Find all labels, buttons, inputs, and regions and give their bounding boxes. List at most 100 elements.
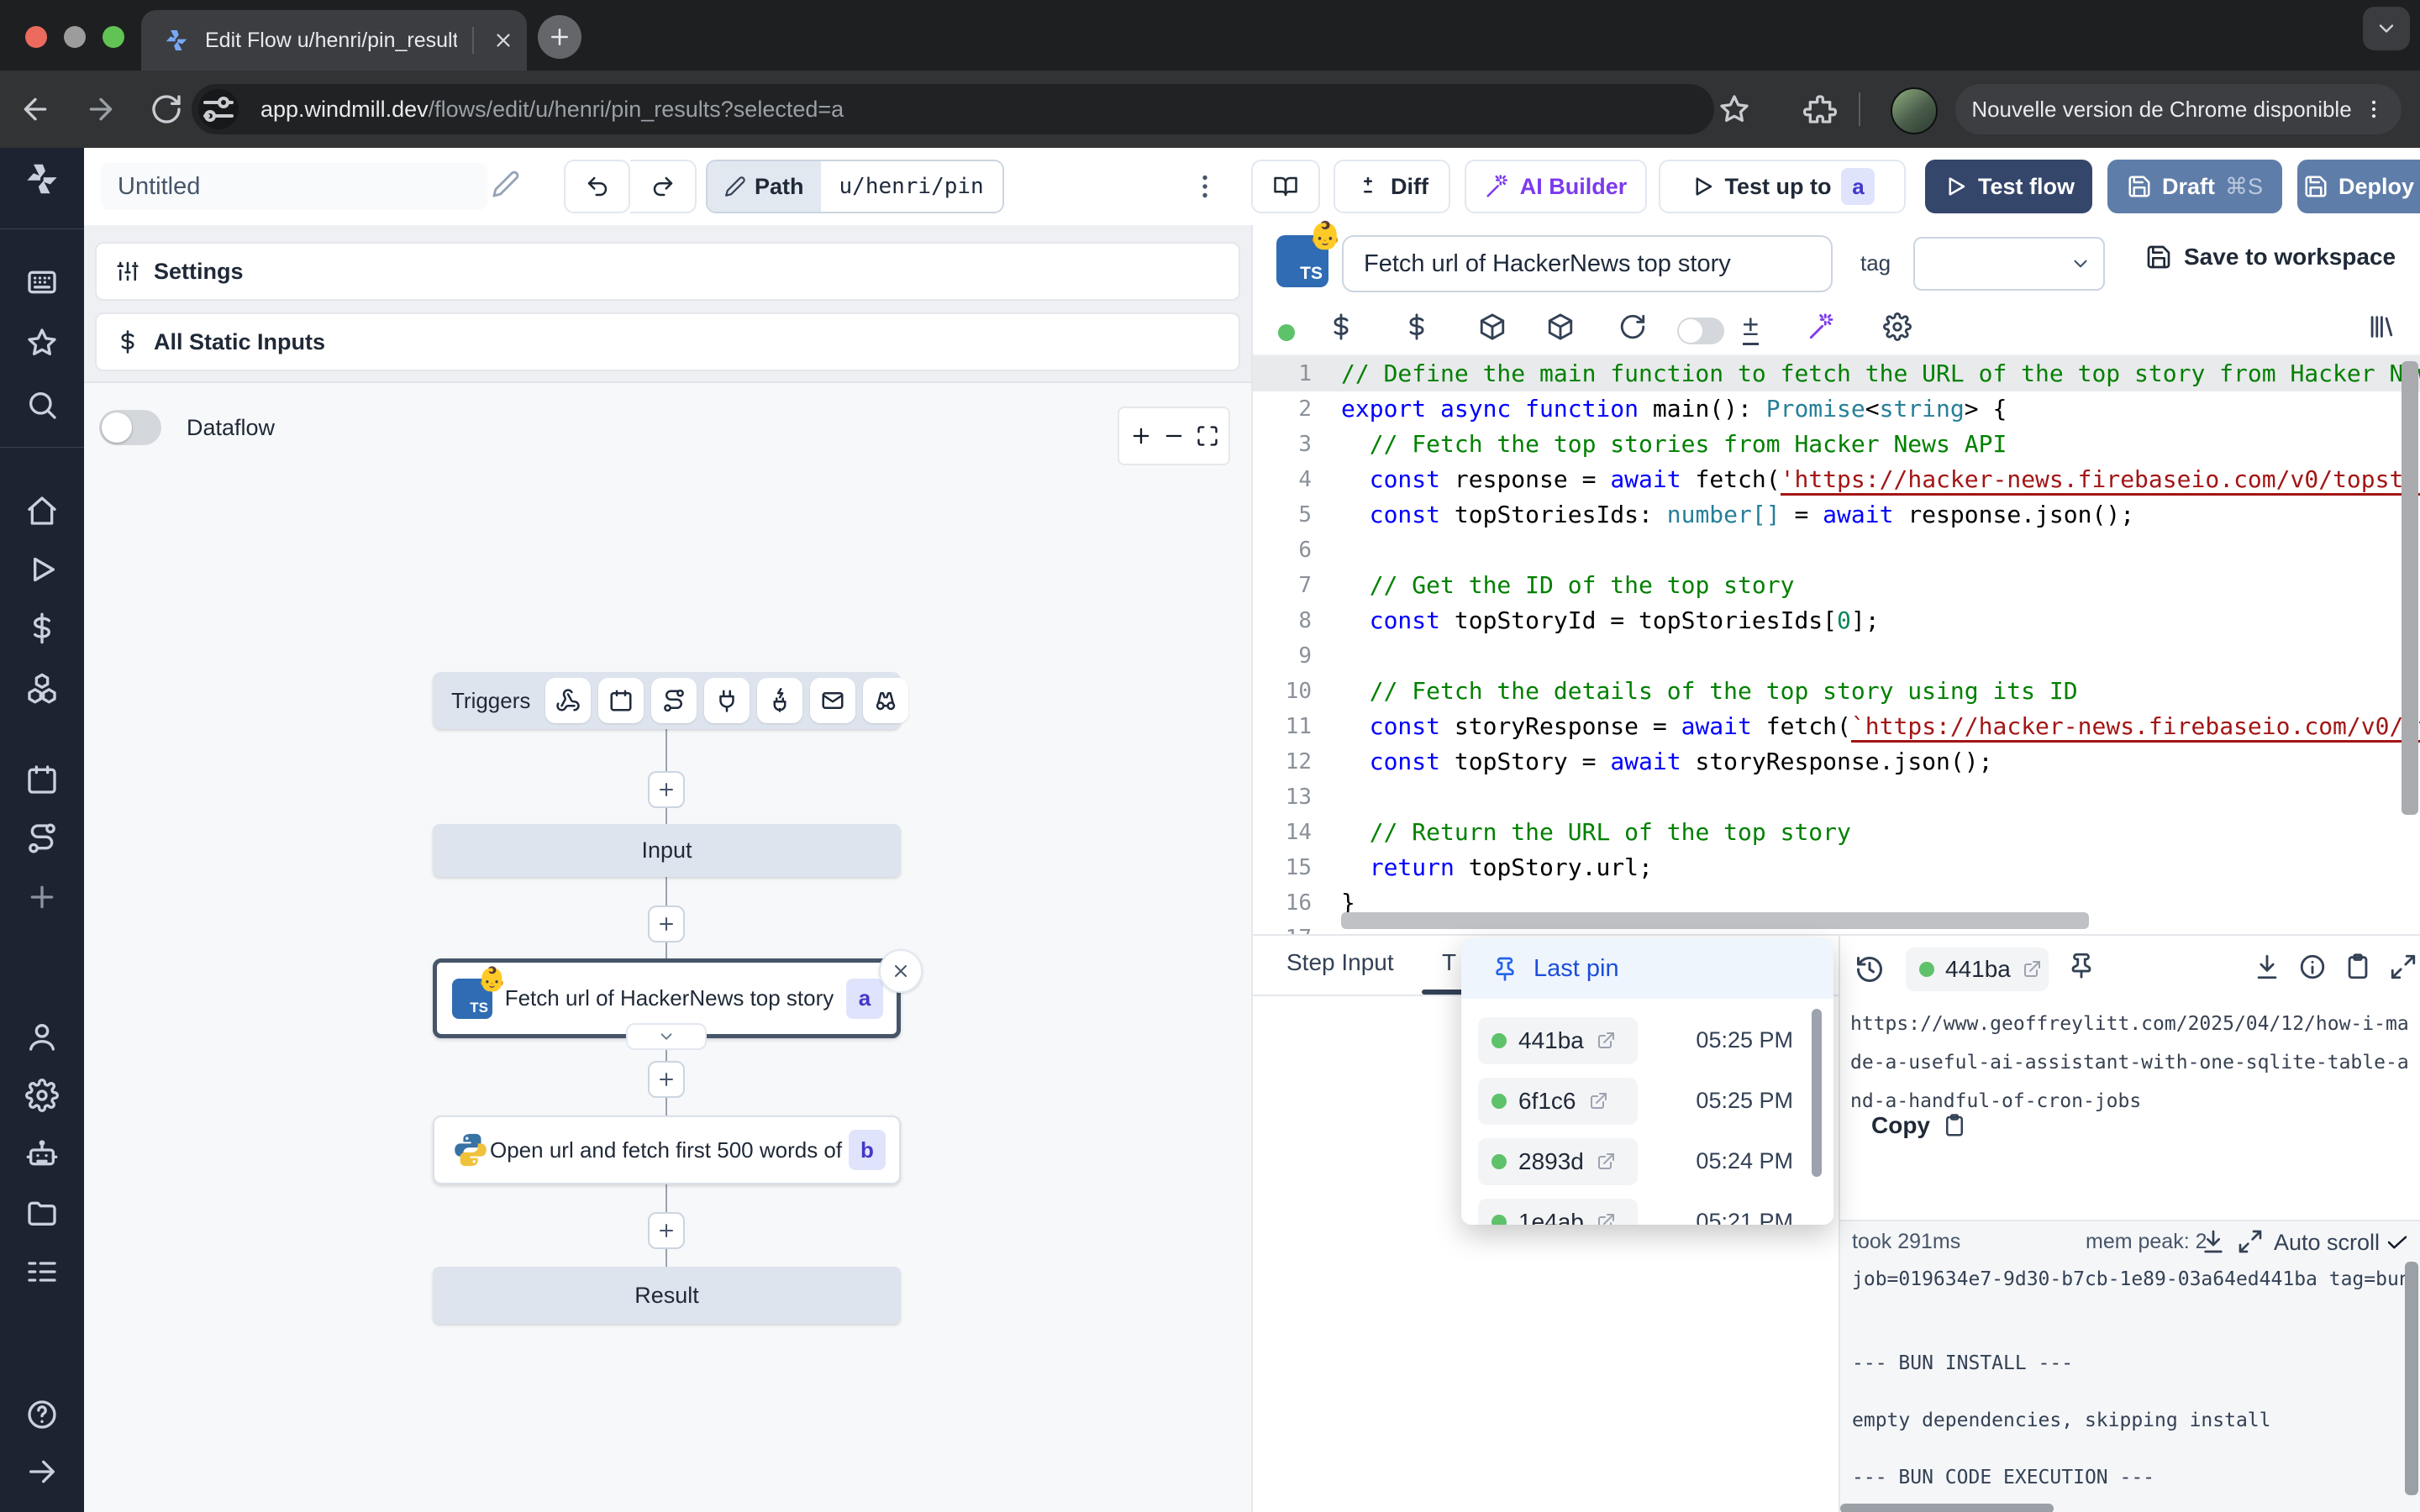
external-link-icon[interactable]: [1588, 1091, 1608, 1111]
external-link-icon[interactable]: [1596, 1152, 1616, 1172]
dropdown-scrollbar[interactable]: [1812, 1009, 1822, 1177]
reload-button[interactable]: [150, 92, 183, 126]
all-static-inputs-row[interactable]: All Static Inputs: [95, 312, 1240, 371]
tab-close-icon[interactable]: [492, 29, 514, 51]
clipboard-icon[interactable]: [2344, 953, 2372, 981]
user-icon[interactable]: [0, 1020, 84, 1053]
edit-name-pencil-icon[interactable]: [492, 170, 520, 198]
pin-history-item[interactable]: 1e4ab05:21 PM: [1478, 1199, 1817, 1225]
download-icon[interactable]: [2200, 1228, 2227, 1255]
window-minimize-button[interactable]: [64, 26, 86, 48]
add-step-button[interactable]: [648, 1061, 685, 1098]
flow-canvas[interactable]: Dataflow Triggers Input TS 👶: [84, 381, 1251, 1512]
remove-step-button[interactable]: [879, 949, 923, 993]
home-icon[interactable]: [0, 494, 84, 528]
step-title-input[interactable]: Fetch url of HackerNews top story: [1342, 235, 1833, 292]
package-icon[interactable]: [1478, 312, 1507, 341]
add-step-button[interactable]: [648, 1212, 685, 1249]
run-id-badge[interactable]: 2893d: [1478, 1138, 1638, 1185]
docs-button[interactable]: [1251, 160, 1320, 213]
back-button[interactable]: [18, 92, 52, 126]
pin-icon[interactable]: [2067, 951, 2096, 979]
webhook-icon[interactable]: [545, 678, 591, 723]
diff-toggle[interactable]: [1677, 318, 1724, 344]
fullscreen-icon[interactable]: [2389, 953, 2417, 981]
browser-menu-kebab-icon[interactable]: [2362, 97, 2386, 121]
path-chip[interactable]: Path u/henri/pin: [706, 160, 1004, 213]
step-b-node[interactable]: Open url and fetch first 500 words of ..…: [433, 1116, 901, 1184]
save-to-workspace-button[interactable]: Save to workspace: [2145, 244, 2396, 270]
chrome-update-button[interactable]: Nouvelle version de Chrome disponible: [1955, 84, 2402, 134]
search-icon[interactable]: [0, 388, 84, 422]
copy-button[interactable]: Copy: [1871, 1112, 1967, 1139]
collapse-step-chevron[interactable]: [626, 1023, 707, 1050]
download-icon[interactable]: [2253, 953, 2281, 981]
browser-tab[interactable]: Edit Flow u/henri/pin_results: [141, 10, 527, 71]
reload-icon[interactable]: [1618, 312, 1647, 341]
plug-zap-icon[interactable]: [757, 678, 802, 723]
dataflow-toggle[interactable]: [99, 410, 161, 445]
watch-icon[interactable]: [863, 678, 908, 723]
profile-avatar[interactable]: [1891, 87, 1938, 134]
collapse-arrow-icon[interactable]: [0, 1455, 84, 1488]
star-icon[interactable]: [0, 326, 84, 360]
help-icon[interactable]: [0, 1398, 84, 1431]
run-id-badge[interactable]: 441ba: [1906, 948, 2049, 991]
new-tab-button[interactable]: [538, 15, 581, 59]
route-icon[interactable]: [651, 678, 697, 723]
pin-history-item[interactable]: 2893d05:24 PM: [1478, 1138, 1817, 1190]
diff-button[interactable]: Diff: [1334, 160, 1450, 213]
tag-select[interactable]: [1913, 237, 2105, 291]
package-add-icon[interactable]: [1546, 312, 1575, 341]
variables-icon[interactable]: [1327, 312, 1355, 341]
workers-icon[interactable]: [0, 1137, 84, 1171]
run-id-badge[interactable]: 441ba: [1478, 1017, 1638, 1064]
tab-search-button[interactable]: [2363, 7, 2410, 50]
run-id-badge[interactable]: 6f1c6: [1478, 1078, 1638, 1125]
result-node[interactable]: Result: [433, 1267, 901, 1324]
draft-button[interactable]: Draft⌘S: [2107, 160, 2282, 213]
editor-vertical-scrollbar[interactable]: [2402, 361, 2418, 815]
external-link-icon[interactable]: [2022, 959, 2042, 979]
address-bar[interactable]: app.windmill.dev/flows/edit/u/henri/pin_…: [192, 84, 1714, 134]
undo-button[interactable]: [564, 160, 630, 213]
external-link-icon[interactable]: [1596, 1212, 1616, 1225]
check-icon[interactable]: [2385, 1230, 2410, 1255]
plus-icon[interactable]: [0, 880, 84, 914]
resources-icon[interactable]: [0, 672, 84, 706]
folders-icon[interactable]: [0, 1196, 84, 1230]
deploy-button[interactable]: Deploy: [2297, 160, 2420, 213]
zoom-in-icon[interactable]: [1129, 424, 1153, 448]
pin-history-item[interactable]: 6f1c605:25 PM: [1478, 1078, 1817, 1130]
schedules-icon[interactable]: [0, 763, 84, 796]
ai-builder-button[interactable]: AI Builder: [1465, 160, 1647, 213]
code-editor[interactable]: 1// Define the main function to fetch th…: [1253, 356, 2420, 934]
flow-name-field[interactable]: Untitled: [101, 163, 487, 210]
last-pin-option[interactable]: Last pin: [1461, 938, 1833, 999]
zoom-out-icon[interactable]: [1162, 424, 1186, 448]
add-step-button[interactable]: [648, 771, 685, 808]
test-flow-button[interactable]: Test flow: [1925, 160, 2092, 213]
mail-icon[interactable]: [810, 678, 855, 723]
history-icon[interactable]: [1854, 954, 1885, 984]
window-zoom-button[interactable]: [103, 26, 124, 48]
bookmark-star-icon[interactable]: [1718, 92, 1751, 126]
window-close-button[interactable]: [25, 26, 47, 48]
ai-wand-icon[interactable]: [1807, 312, 1836, 341]
fullscreen-icon[interactable]: [2237, 1228, 2264, 1255]
schedule-icon[interactable]: [598, 678, 644, 723]
settings-row[interactable]: Settings: [95, 242, 1240, 301]
forward-button[interactable]: [84, 92, 118, 126]
variables-icon[interactable]: [0, 612, 84, 645]
runs-icon[interactable]: [0, 553, 84, 586]
redo-button[interactable]: [630, 160, 697, 213]
triggers-bar[interactable]: Triggers: [433, 672, 901, 729]
apps-icon[interactable]: [0, 265, 84, 299]
site-info-icon[interactable]: [198, 89, 239, 129]
extensions-puzzle-icon[interactable]: [1803, 92, 1837, 126]
variables-add-icon[interactable]: [1402, 312, 1431, 341]
run-id-badge[interactable]: 1e4ab: [1478, 1199, 1638, 1225]
logs-vertical-scrollbar[interactable]: [2405, 1262, 2418, 1495]
editor-settings-icon[interactable]: [1883, 312, 1912, 341]
plug-icon[interactable]: [704, 678, 750, 723]
